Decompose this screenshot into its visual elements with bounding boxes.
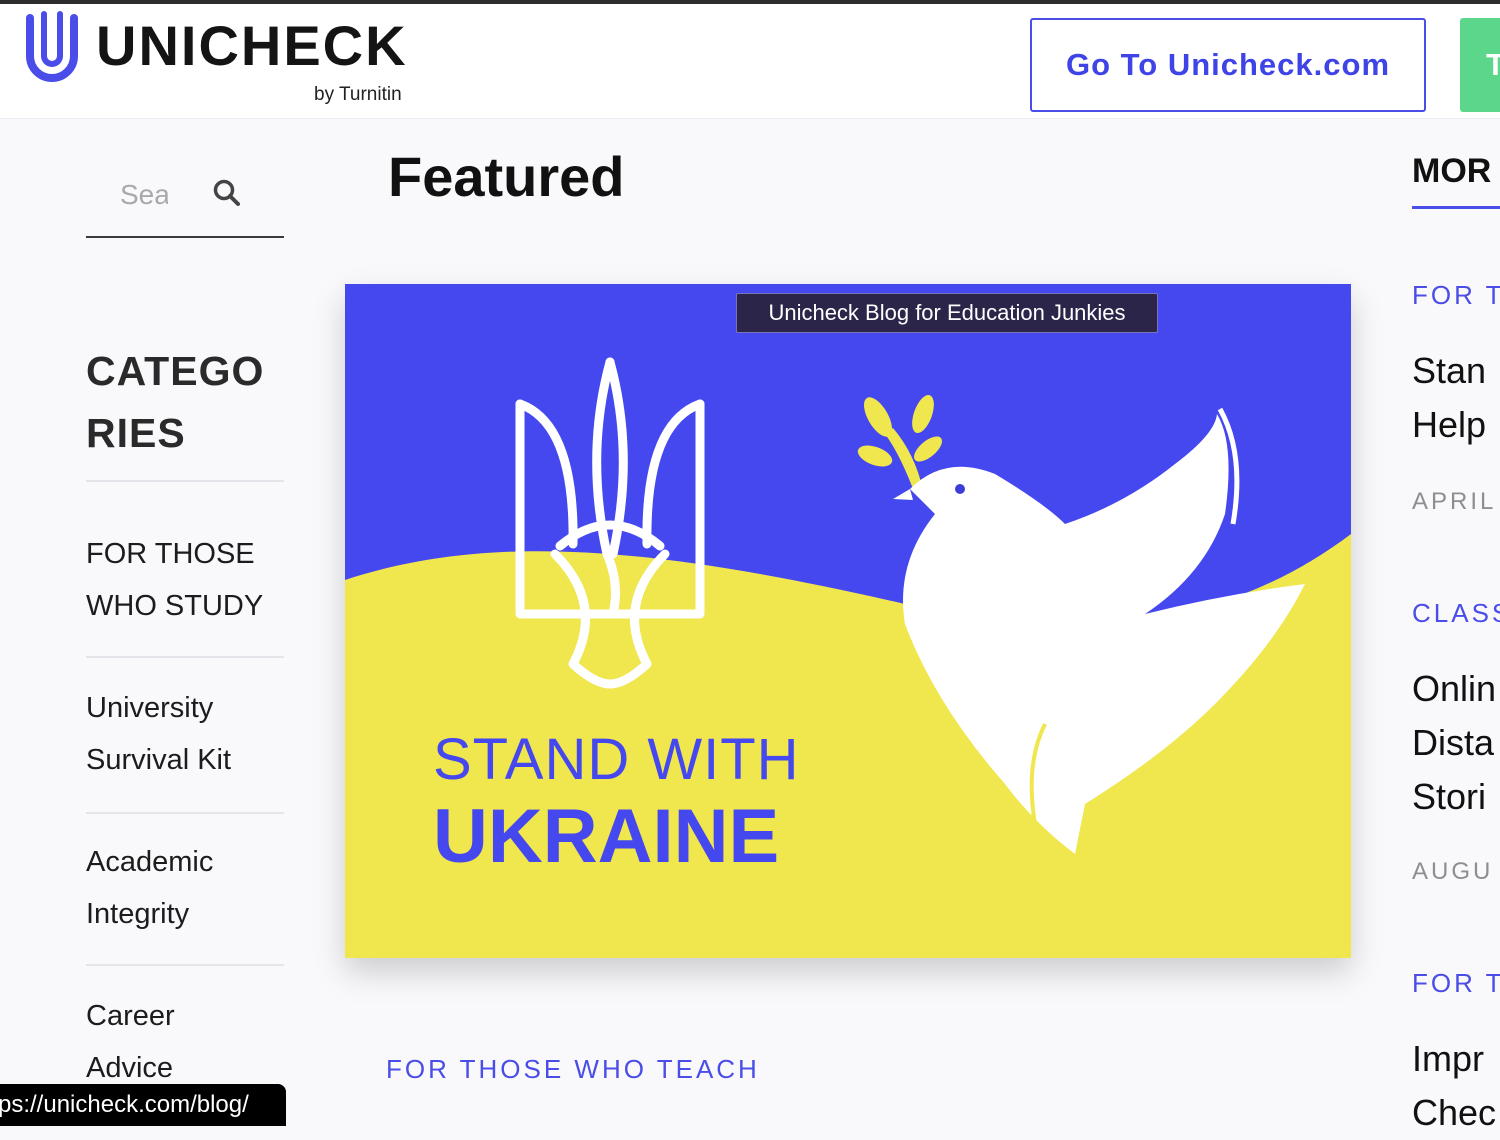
more-heading: MOR: [1412, 152, 1492, 190]
post-title[interactable]: Onlin Dista Stori: [1412, 662, 1496, 824]
post-date: AUGU: [1412, 858, 1494, 885]
sidebar-item-university-survival-kit[interactable]: University Survival Kit: [86, 682, 286, 786]
divider: [86, 812, 284, 814]
divider: [86, 964, 284, 966]
sidebar-item-for-those-who-study[interactable]: FOR THOSE WHO STUDY: [86, 528, 286, 632]
post-title[interactable]: Impr Chec: [1412, 1032, 1496, 1140]
search-input[interactable]: [118, 174, 170, 216]
post-date: APRIL: [1412, 488, 1497, 515]
go-to-unicheck-button[interactable]: Go To Unicheck.com: [1030, 18, 1426, 112]
search-icon[interactable]: [212, 178, 242, 213]
post-category[interactable]: FOR T: [1412, 280, 1500, 311]
banner-line-ukraine: UKRAINE: [433, 794, 779, 879]
divider: [86, 656, 284, 658]
banner-line-stand-with: STAND WITH: [433, 727, 800, 792]
categories-heading: CATEGO RIES: [86, 348, 265, 456]
featured-banner-image[interactable]: STAND WITH UKRAINE: [345, 284, 1351, 958]
post-category[interactable]: CLASS: [1412, 598, 1500, 629]
featured-heading: Featured: [388, 145, 625, 208]
post-category-for-those-who-teach[interactable]: FOR THOSE WHO TEACH: [386, 1054, 760, 1085]
post-category[interactable]: FOR T: [1412, 968, 1500, 999]
sidebar-item-academic-integrity[interactable]: Academic Integrity: [86, 836, 286, 940]
sidebar-item-career-advice[interactable]: Career Advice: [86, 990, 286, 1094]
unicheck-logo-icon[interactable]: [22, 10, 82, 93]
site-header: UNICHECK by Turnitin Go To Unicheck.com …: [0, 4, 1500, 119]
heading-underline: [1412, 206, 1500, 209]
divider: [86, 480, 284, 482]
logo-tagline: by Turnitin: [314, 84, 402, 105]
logo-wordmark[interactable]: UNICHECK: [96, 18, 408, 74]
browser-status-url: ps://unicheck.com/blog/: [0, 1084, 286, 1126]
image-tooltip: Unicheck Blog for Education Junkies: [736, 293, 1158, 333]
try-button[interactable]: T: [1460, 18, 1500, 112]
sidebar-search: [86, 160, 284, 238]
post-title[interactable]: Stan Help: [1412, 344, 1486, 452]
